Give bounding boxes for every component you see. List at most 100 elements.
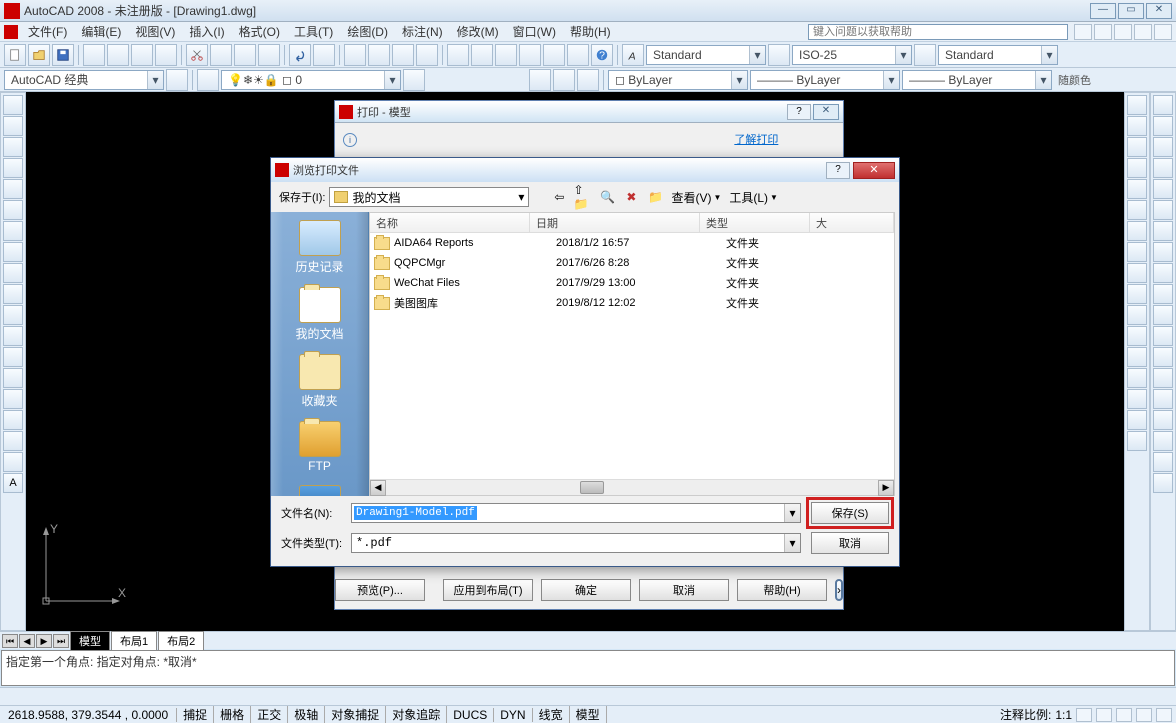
cut-icon[interactable] <box>186 44 208 66</box>
center-mark-icon[interactable] <box>1153 389 1173 409</box>
dim-tedit-icon[interactable] <box>1153 473 1173 493</box>
col-size[interactable]: 大 <box>810 213 894 232</box>
mtext-icon[interactable]: A <box>3 473 23 493</box>
dim-break-icon[interactable] <box>1153 347 1173 367</box>
toggle-ortho[interactable]: 正交 <box>251 706 288 723</box>
filename-input[interactable]: Drawing1-Model.pdf ▾ <box>351 503 801 523</box>
circle-icon[interactable] <box>3 221 23 241</box>
zoom-window-icon[interactable] <box>392 44 414 66</box>
cancel-button[interactable]: 取消 <box>639 579 729 601</box>
stretch-icon[interactable] <box>1127 263 1147 283</box>
insert-block-icon[interactable] <box>3 326 23 346</box>
scroll-thumb[interactable] <box>580 481 604 494</box>
annoscale-icon[interactable] <box>1076 708 1092 722</box>
browse-cancel-button[interactable]: 取消 <box>811 532 889 554</box>
new-icon[interactable] <box>4 44 26 66</box>
toggle-ducs[interactable]: DUCS <box>447 708 494 722</box>
ellipse-arc-icon[interactable] <box>3 305 23 325</box>
print-dialog-help-icon[interactable]: ? <box>787 104 811 120</box>
dim-radius-icon[interactable] <box>1153 179 1173 199</box>
point-icon[interactable] <box>3 368 23 388</box>
table-style-combo[interactable]: Standard▾ <box>938 45 1058 65</box>
save-in-combo[interactable]: 我的文档 ▾ <box>329 187 529 207</box>
tab-prev-icon[interactable]: ◀ <box>19 634 35 648</box>
menu-insert[interactable]: 插入(I) <box>183 21 230 42</box>
fillet-icon[interactable] <box>1127 410 1147 430</box>
rotate-icon[interactable] <box>1127 221 1147 241</box>
redo-icon[interactable] <box>313 44 335 66</box>
learn-print-link[interactable]: 了解打印 <box>734 131 778 147</box>
lineweight-combo[interactable]: ——— ByLayer▾ <box>902 70 1052 90</box>
xline-icon[interactable] <box>3 116 23 136</box>
offset-icon[interactable] <box>1127 158 1147 178</box>
scroll-right-icon[interactable]: ▶ <box>878 480 894 496</box>
file-list-hscroll[interactable]: ◀ ▶ <box>370 479 894 495</box>
ellipse-icon[interactable] <box>3 284 23 304</box>
ok-button[interactable]: 确定 <box>541 579 631 601</box>
copy-icon[interactable] <box>210 44 232 66</box>
browse-dialog-help-icon[interactable]: ? <box>826 162 850 179</box>
dim-cont-icon[interactable] <box>1153 305 1173 325</box>
layer-prev-icon[interactable] <box>403 69 425 91</box>
tool-palette-icon[interactable] <box>495 44 517 66</box>
place-favorites[interactable]: 收藏夹 <box>271 350 368 417</box>
chamfer-icon[interactable] <box>1127 389 1147 409</box>
erase-icon[interactable] <box>1127 95 1147 115</box>
dim-edit-icon[interactable] <box>1153 452 1173 472</box>
place-history[interactable]: 历史记录 <box>271 216 368 283</box>
status-clean-icon[interactable] <box>1156 708 1172 722</box>
undo-icon[interactable] <box>289 44 311 66</box>
open-icon[interactable] <box>28 44 50 66</box>
tab-layout1[interactable]: 布局1 <box>111 631 157 651</box>
zoom-prev-icon[interactable] <box>416 44 438 66</box>
help-search-input[interactable] <box>808 24 1068 40</box>
tab-first-icon[interactable]: ⏮ <box>2 634 18 648</box>
dim-aligned-icon[interactable] <box>1153 116 1173 136</box>
help-dropdown-icon[interactable] <box>1154 24 1172 40</box>
scroll-left-icon[interactable]: ◀ <box>370 480 386 496</box>
apply-layout-button[interactable]: 应用到布局(T) <box>443 579 533 601</box>
tools-menu[interactable]: 工具(L)▼ <box>727 189 780 206</box>
inspect-icon[interactable] <box>1153 410 1173 430</box>
tab-next-icon[interactable]: ▶ <box>36 634 52 648</box>
menu-file[interactable]: 文件(F) <box>22 21 73 42</box>
up-icon[interactable]: ⇧📁 <box>573 187 593 207</box>
table-icon[interactable] <box>3 452 23 472</box>
col-type[interactable]: 类型 <box>700 213 810 232</box>
match-icon[interactable] <box>258 44 280 66</box>
menu-modify[interactable]: 修改(M) <box>451 21 505 42</box>
status-tray-icon[interactable] <box>1136 708 1152 722</box>
pline-icon[interactable] <box>3 137 23 157</box>
table-style-icon[interactable] <box>914 44 936 66</box>
tolerance-icon[interactable] <box>1153 368 1173 388</box>
dim-style-icon[interactable] <box>768 44 790 66</box>
properties-icon[interactable] <box>447 44 469 66</box>
explode-icon[interactable] <box>1127 431 1147 451</box>
menu-format[interactable]: 格式(O) <box>233 21 286 42</box>
menu-window[interactable]: 窗口(W) <box>507 21 562 42</box>
preview-icon[interactable] <box>107 44 129 66</box>
dim-space-icon[interactable] <box>1153 326 1173 346</box>
place-desktop[interactable]: 桌面 <box>271 481 368 496</box>
toggle-dyn[interactable]: DYN <box>494 708 532 722</box>
markup-icon[interactable] <box>543 44 565 66</box>
menu-edit[interactable]: 编辑(E) <box>75 21 127 42</box>
layer-iso-icon[interactable] <box>553 69 575 91</box>
file-row[interactable]: 美图图库 2019/8/12 12:02 文件夹 <box>370 293 894 313</box>
dim-style-combo[interactable]: ISO-25▾ <box>792 45 912 65</box>
annoviz-icon[interactable] <box>1096 708 1112 722</box>
zoom-realtime-icon[interactable] <box>368 44 390 66</box>
toggle-snap[interactable]: 捕捉 <box>177 706 214 723</box>
polygon-icon[interactable] <box>3 158 23 178</box>
calc-icon[interactable] <box>567 44 589 66</box>
search-web-icon[interactable]: 🔍 <box>597 187 617 207</box>
gradient-icon[interactable] <box>3 410 23 430</box>
filetype-combo[interactable]: *.pdf ▾ <box>351 533 801 553</box>
toggle-model[interactable]: 模型 <box>570 706 607 723</box>
save-icon[interactable] <box>52 44 74 66</box>
layer-combo[interactable]: 💡❄☀🔒 ◻ 0▾ <box>221 70 401 90</box>
move-icon[interactable] <box>1127 200 1147 220</box>
dim-ang-icon[interactable] <box>1153 242 1173 262</box>
help-button[interactable]: 帮助(H) <box>737 579 827 601</box>
break-icon[interactable] <box>1127 347 1147 367</box>
